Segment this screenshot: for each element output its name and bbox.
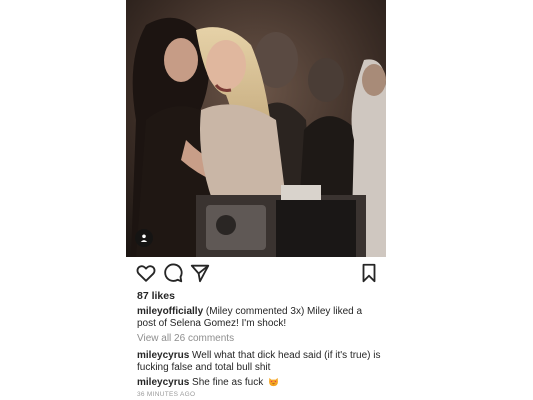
bookmark-icon[interactable] (358, 262, 380, 284)
person-tag-icon[interactable] (135, 229, 153, 247)
likes-count[interactable]: 87 likes (137, 290, 175, 302)
post-caption: mileyofficially (Miley commented 3x) Mil… (137, 306, 382, 330)
comment: mileycyrus Well what that dick head said… (137, 350, 382, 374)
post-photo[interactable] (126, 0, 386, 257)
post-photo-art (126, 0, 386, 257)
view-all-comments-link[interactable]: View all 26 comments (137, 333, 234, 344)
comment-username[interactable]: mileycyrus (137, 350, 189, 361)
comment: mileycyrus She fine as fuck (137, 376, 382, 389)
caption-username[interactable]: mileyofficially (137, 306, 203, 317)
heart-eyes-cat-emoji (268, 376, 279, 387)
heart-icon[interactable] (135, 262, 157, 284)
speech-bubble-icon[interactable] (162, 262, 184, 284)
action-bar (126, 262, 386, 286)
comment-text: She fine as fuck (189, 377, 266, 388)
comment-username[interactable]: mileycyrus (137, 377, 189, 388)
post-timestamp: 36 MINUTES AGO (137, 391, 196, 398)
instagram-post: 87 likes mileyofficially (Miley commente… (126, 0, 386, 400)
paper-plane-icon[interactable] (189, 262, 211, 284)
